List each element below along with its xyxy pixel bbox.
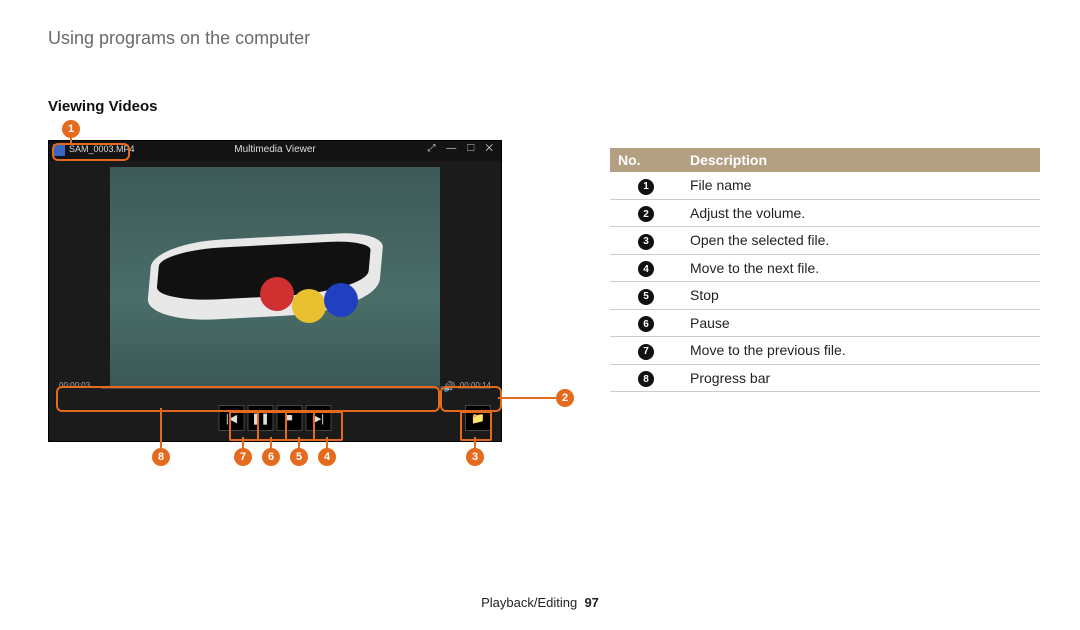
video-ball-red — [260, 277, 294, 311]
callout-number-4: 4 — [318, 448, 336, 466]
video-ball-blue — [324, 283, 358, 317]
title-bar: SAM_0003.MP4 Multimedia Viewer ⤢ — ☐ ✕ — [49, 141, 501, 161]
row-number-badge: 5 — [638, 289, 654, 305]
row-description: Open the selected file. — [682, 227, 1040, 255]
row-description: Move to the next file. — [682, 254, 1040, 282]
table-head-desc: Description — [682, 148, 1040, 172]
footer-section: Playback/Editing — [481, 595, 577, 610]
video-ball-yellow — [292, 289, 326, 323]
table-row: 7 Move to the previous file. — [610, 337, 1040, 365]
row-number-badge: 7 — [638, 344, 654, 360]
volume-track[interactable] — [458, 386, 491, 389]
row-number-badge: 1 — [638, 179, 654, 195]
pause-button[interactable]: ❚❚ — [248, 405, 274, 431]
footer-page: 97 — [584, 595, 598, 610]
table-row: 2 Adjust the volume. — [610, 199, 1040, 227]
row-description: Stop — [682, 282, 1040, 310]
table-row: 6 Pause — [610, 309, 1040, 337]
callout-number-8: 8 — [152, 448, 170, 466]
row-description: Adjust the volume. — [682, 199, 1040, 227]
callout-number-2: 2 — [556, 389, 574, 407]
previous-button[interactable]: |◀ — [219, 405, 245, 431]
speaker-icon: 🔊 — [443, 382, 455, 393]
video-frame — [110, 167, 440, 389]
row-number-badge: 4 — [638, 261, 654, 277]
table-row: 5 Stop — [610, 282, 1040, 310]
callout-number-1: 1 — [62, 120, 80, 138]
multimedia-viewer-window: SAM_0003.MP4 Multimedia Viewer ⤢ — ☐ ✕ 0… — [48, 140, 502, 442]
row-description: Progress bar — [682, 364, 1040, 392]
next-button[interactable]: ▶| — [306, 405, 332, 431]
callout-leader-2 — [498, 397, 556, 399]
progress-bar[interactable]: 00:00:03 00:00:14 — [59, 379, 491, 395]
table-row: 3 Open the selected file. — [610, 227, 1040, 255]
description-table: No. Description 1 File name 2 Adjust the vo… — [610, 148, 1040, 392]
table-row: 1 File name — [610, 172, 1040, 199]
row-description: File name — [682, 172, 1040, 199]
row-number-badge: 8 — [638, 371, 654, 387]
callout-number-7: 7 — [234, 448, 252, 466]
window-buttons[interactable]: ⤢ — ☐ ✕ — [427, 143, 497, 154]
callout-leader-8 — [160, 408, 162, 448]
stop-button[interactable]: ■ — [277, 405, 303, 431]
table-row: 8 Progress bar — [610, 364, 1040, 392]
row-number-badge: 6 — [638, 316, 654, 332]
progress-track[interactable] — [101, 386, 449, 389]
table-head-no: No. — [610, 148, 682, 172]
page-footer: Playback/Editing 97 — [0, 595, 1080, 610]
callout-number-5: 5 — [290, 448, 308, 466]
row-description: Move to the previous file. — [682, 337, 1040, 365]
volume-control[interactable]: 🔊 — [443, 379, 491, 395]
row-description: Pause — [682, 309, 1040, 337]
callout-number-6: 6 — [262, 448, 280, 466]
row-number-badge: 2 — [638, 206, 654, 222]
callout-number-3: 3 — [466, 448, 484, 466]
open-file-button[interactable]: 📁 — [465, 405, 491, 431]
page-header: Using programs on the computer — [48, 28, 310, 49]
table-row: 4 Move to the next file. — [610, 254, 1040, 282]
progress-time-current: 00:00:03 — [59, 381, 90, 390]
player-controls: |◀ ❚❚ ■ ▶| 📁 — [49, 405, 501, 435]
row-number-badge: 3 — [638, 234, 654, 250]
section-title: Viewing Videos — [48, 98, 157, 115]
